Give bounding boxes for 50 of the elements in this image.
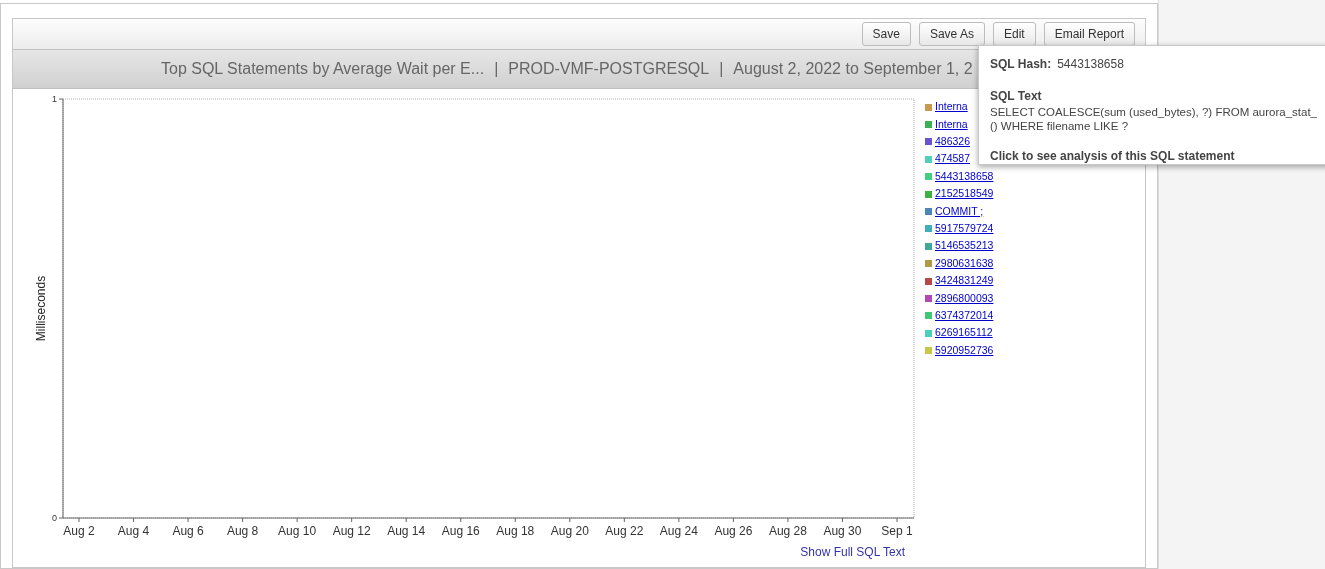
x-tick-label: Aug 24 (659, 524, 698, 538)
x-tick-label: Aug 20 (550, 524, 589, 538)
y-tick-label: 1 (52, 94, 57, 104)
separator: | (719, 59, 724, 79)
analysis-hint: Click to see analysis of this SQL statement (990, 148, 1235, 165)
legend-link[interactable]: 5917579724 (935, 221, 994, 237)
x-tick-label: Aug 30 (823, 524, 862, 538)
x-tick-label: Aug 12 (332, 524, 371, 538)
legend-link[interactable]: COMMIT ; (935, 203, 984, 220)
date-range: August 2, 2022 to September 1, 2 (733, 59, 973, 79)
report-name: Top SQL Statements by Average Wait per E... (161, 59, 485, 79)
toolbar-button[interactable]: Save As (918, 22, 985, 46)
legend-link[interactable]: 5443138658 (935, 168, 994, 185)
legend-link[interactable]: 5920952736 (935, 342, 994, 359)
x-tick-label: Aug 10 (278, 524, 317, 538)
legend-link[interactable]: Interna (935, 116, 968, 133)
sql-text-label: SQL Text (990, 88, 1042, 105)
legend-link[interactable]: 6269165112 (935, 325, 993, 342)
y-tick-label: 0 (52, 513, 57, 523)
legend-link[interactable]: 2896800093 (935, 290, 994, 307)
legend-link[interactable]: 3424831249 (935, 273, 994, 289)
x-tick-label: Aug 4 (117, 524, 150, 538)
x-tick-label: Sep 1 (881, 524, 913, 538)
legend-link[interactable]: 6374372014 (935, 308, 994, 324)
x-tick-label: Aug 26 (714, 524, 753, 538)
toolbar-button[interactable]: Save (861, 22, 911, 46)
separator: | (494, 59, 499, 79)
x-tick-label: Aug 6 (172, 524, 204, 538)
show-full-sql-link[interactable]: Show Full SQL Text (800, 543, 905, 561)
legend-link[interactable]: 486326 (935, 134, 971, 150)
x-tick-label: Aug 8 (226, 524, 259, 538)
toolbar-button[interactable]: Edit (992, 22, 1036, 46)
toolbar-button[interactable]: Email Report (1043, 22, 1135, 46)
x-tick-label: Aug 2 (63, 524, 95, 538)
legend-link[interactable]: 2980631638 (935, 255, 994, 272)
x-tick-label: Aug 16 (441, 524, 480, 538)
sql-text: SELECT COALESCE(sum (used_bytes), ?) FROM aurora_stat_ (990, 105, 1317, 119)
legend-link[interactable]: 474587 (935, 151, 971, 168)
sql-text: () WHERE filename LIKE ? (990, 119, 1129, 133)
x-tick-label: Aug 14 (387, 524, 426, 538)
y-axis-title: Milliseconds (34, 275, 48, 342)
legend-link[interactable]: 2152518549 (935, 186, 994, 202)
hash-value: 5443138658 (1057, 56, 1124, 73)
x-tick-label: Aug 22 (605, 524, 644, 538)
database-name: PROD-VMF-POSTGRESQL (508, 59, 710, 79)
legend-link[interactable]: 5146535213 (935, 238, 994, 255)
hash-label: SQL Hash: (990, 56, 1052, 73)
x-tick-label: Aug 18 (496, 524, 535, 538)
legend-link[interactable]: Interna (935, 99, 968, 116)
x-tick-label: Aug 28 (768, 524, 807, 538)
